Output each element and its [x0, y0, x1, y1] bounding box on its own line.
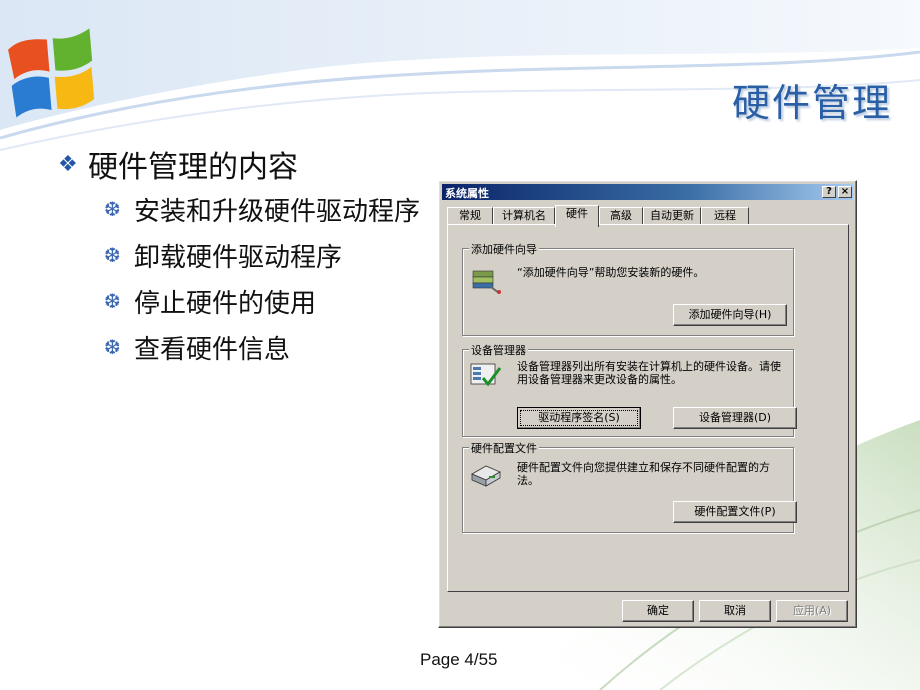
device-manager-group: 设备管理器 设备管理器列出所有安装在计算机上的硬件设备。请使用设备管理器来更改设…: [462, 342, 797, 437]
sub-bullet-text: 安装和升级硬件驱动程序: [134, 196, 421, 227]
tab-advanced[interactable]: 高级: [599, 207, 643, 225]
help-button[interactable]: ?: [822, 186, 836, 198]
tab-strip: 常规 计算机名 硬件 高级 自动更新 远程: [447, 205, 851, 227]
snowflake-bullet-icon: ❆: [104, 289, 121, 313]
bullet-main-text: 硬件管理的内容: [88, 150, 298, 185]
slide-title: 硬件管理: [731, 81, 892, 125]
sub-bullet: ❆ 查看硬件信息: [104, 324, 420, 370]
hardware-profile-icon: [471, 465, 501, 487]
cancel-button[interactable]: 取消: [699, 600, 771, 622]
group-description: “添加硬件向导”帮助您安装新的硬件。: [517, 266, 705, 279]
group-title: 设备管理器: [469, 342, 528, 358]
tab-remote[interactable]: 远程: [701, 207, 749, 225]
page-number: Page 4/55: [420, 650, 498, 669]
group-description: 设备管理器列出所有安装在计算机上的硬件设备。请使用设备管理器来更改设备的属性。: [517, 360, 781, 386]
tab-general[interactable]: 常规: [447, 207, 493, 225]
close-button[interactable]: ×: [838, 186, 852, 198]
snowflake-bullet-icon: ❆: [104, 197, 121, 221]
group-description: 硬件配置文件向您提供建立和保存不同硬件配置的方法。: [517, 461, 770, 487]
diamond-bullet-icon: ❖: [58, 151, 78, 177]
apply-button[interactable]: 应用(A): [776, 600, 848, 622]
device-manager-button[interactable]: 设备管理器(D): [673, 407, 797, 429]
tab-hardware[interactable]: 硬件: [555, 205, 599, 227]
sub-bullet: ❆ 卸载硬件驱动程序: [104, 232, 420, 278]
sub-bullet-text: 查看硬件信息: [134, 334, 291, 365]
sub-bullet-text: 卸载硬件驱动程序: [134, 242, 343, 273]
bullet-main: ❖ 硬件管理的内容: [58, 142, 420, 186]
tab-computer-name[interactable]: 计算机名: [493, 207, 555, 225]
sub-bullet: ❆ 安装和升级硬件驱动程序: [104, 186, 420, 232]
slide: 硬件管理 ❖ 硬件管理的内容 ❆ 安装和升级硬件驱动程序 ❆ 卸载硬件驱动程序 …: [0, 0, 920, 690]
ok-button[interactable]: 确定: [622, 600, 694, 622]
sub-bullet: ❆ 停止硬件的使用: [104, 278, 420, 324]
hardware-profiles-button[interactable]: 硬件配置文件(P): [673, 501, 797, 523]
device-manager-icon: [470, 363, 502, 387]
snowflake-bullet-icon: ❆: [104, 335, 121, 359]
add-hardware-icon: [472, 270, 501, 294]
add-hardware-wizard-button[interactable]: 添加硬件向导(H): [673, 304, 787, 326]
group-title: 硬件配置文件: [469, 440, 539, 456]
snowflake-bullet-icon: ❆: [104, 243, 121, 267]
dialog-title-bar: 系统属性 ? ×: [442, 184, 853, 200]
hardware-profiles-group: 硬件配置文件 硬件配置文件向您提供建立和保存不同硬件配置的方法。 硬件配置文件(…: [462, 440, 797, 533]
driver-signing-button[interactable]: 驱动程序签名(S): [517, 407, 641, 429]
tab-auto-update[interactable]: 自动更新: [643, 207, 701, 225]
sub-bullet-text: 停止硬件的使用: [134, 288, 317, 319]
add-hardware-group: 添加硬件向导 “添加硬件向导”帮助您安装新的硬件。 添加硬件向导(H): [462, 241, 794, 336]
dialog-title: 系统属性: [445, 187, 489, 200]
group-title: 添加硬件向导: [469, 241, 539, 257]
hardware-tab-panel: 添加硬件向导 “添加硬件向导”帮助您安装新的硬件。 添加硬件向导(H) 设备管理…: [447, 224, 849, 592]
bullet-list: ❖ 硬件管理的内容 ❆ 安装和升级硬件驱动程序 ❆ 卸载硬件驱动程序 ❆ 停止硬…: [58, 142, 420, 370]
system-properties-dialog: 系统属性 ? × 常规 计算机名 硬件 高级 自动更新 远程 添加硬件向导 “添…: [438, 180, 857, 628]
